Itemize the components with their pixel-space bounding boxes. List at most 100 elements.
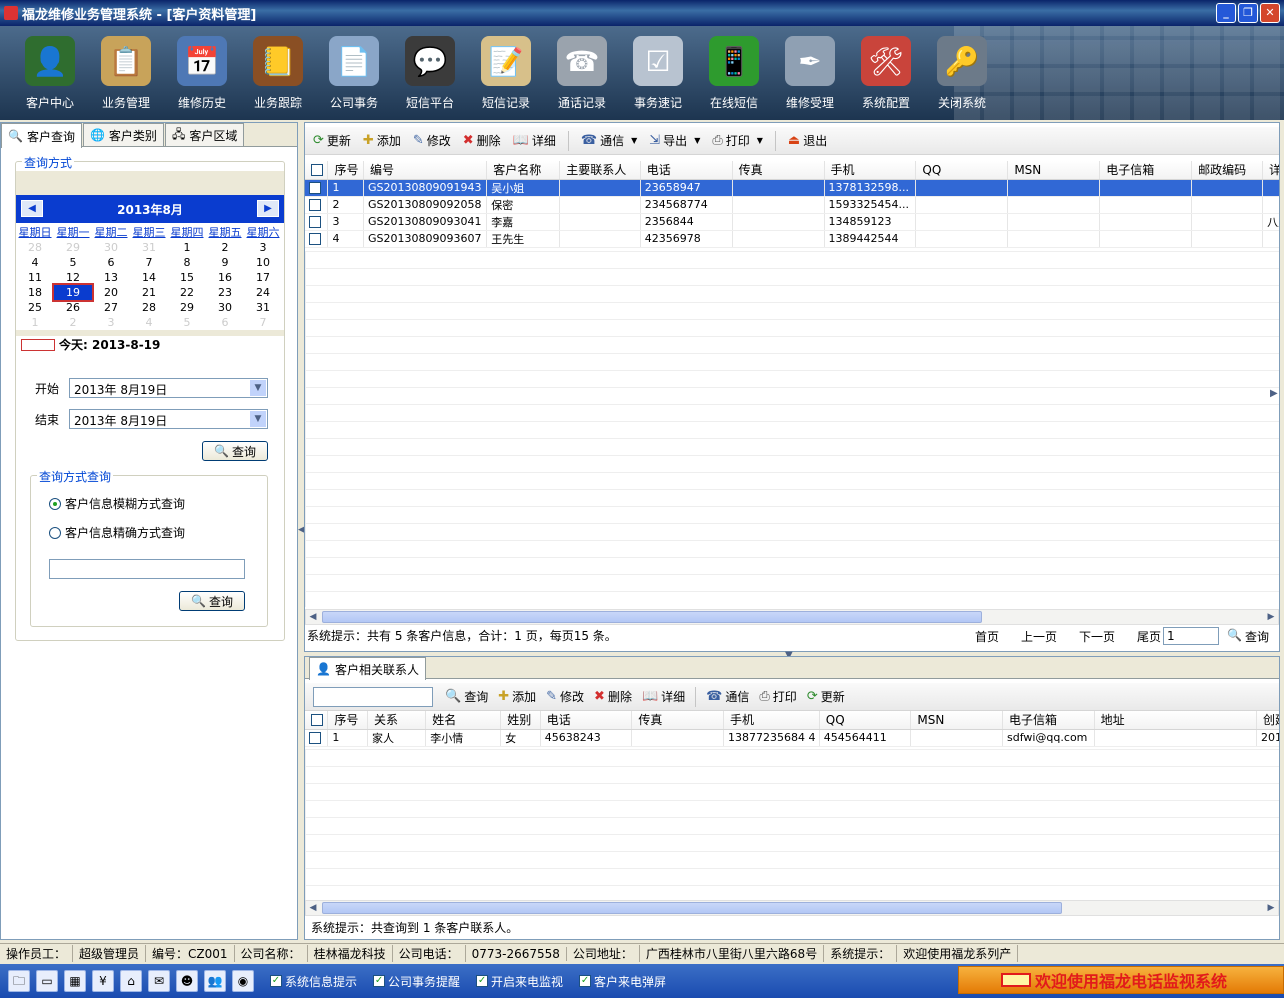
calendar-day[interactable]: 31: [130, 240, 168, 255]
calendar-day[interactable]: 23: [206, 285, 244, 300]
calendar-day[interactable]: 22: [168, 285, 206, 300]
ribbon-button-5[interactable]: 📄 公司事务: [318, 36, 390, 116]
close-button[interactable]: ✕: [1260, 3, 1280, 23]
taskbar-checkbox-1[interactable]: ✓ 系统信息提示: [270, 973, 357, 990]
contacts-toolbar-button-2[interactable]: ✚ 添加: [498, 688, 536, 705]
column-header[interactable]: 邮政编码: [1191, 161, 1264, 180]
column-header[interactable]: 创建日: [1256, 711, 1279, 730]
calendar-day[interactable]: 6: [206, 315, 244, 330]
today-link[interactable]: 今天: 2013-8-19: [16, 336, 284, 353]
column-header[interactable]: 客户名称: [486, 161, 561, 180]
ribbon-button-8[interactable]: ☎ 通话记录: [546, 36, 618, 116]
column-header[interactable]: 主要联系人: [559, 161, 641, 180]
calendar-day[interactable]: 11: [16, 270, 54, 285]
toolbar-button-5[interactable]: 📖 详细: [513, 132, 556, 149]
column-header[interactable]: 详细: [1262, 161, 1279, 180]
calendar-day[interactable]: 25: [16, 300, 54, 315]
page-query-button[interactable]: 🔍 查询: [1227, 628, 1269, 645]
tab-customer-region[interactable]: 🖧 客户区域: [164, 123, 245, 146]
toolbar-button-7[interactable]: ⇲ 导出 ▼: [649, 132, 700, 149]
taskbar-checkbox-2[interactable]: ✓ 公司事务提醒: [373, 973, 460, 990]
calendar-day[interactable]: 24: [244, 285, 282, 300]
column-header[interactable]: MSN: [1007, 161, 1101, 180]
tab-customer-query[interactable]: 🔍 客户查询: [1, 123, 82, 148]
row-checkbox[interactable]: [305, 230, 329, 248]
ribbon-button-13[interactable]: 🔑 关闭系统: [926, 36, 998, 116]
table-row[interactable]: 1 家人 李小情女 45638243 13877235684 4 454564411 sdf…: [305, 729, 1279, 747]
column-header[interactable]: 手机: [723, 711, 820, 730]
calendar-day[interactable]: 29: [54, 240, 92, 255]
column-header[interactable]: 电子信箱: [1002, 711, 1095, 730]
minimize-button[interactable]: _: [1216, 3, 1236, 23]
calendar-day[interactable]: 16: [206, 270, 244, 285]
calendar-day[interactable]: 2: [54, 315, 92, 330]
calendar-day[interactable]: 26: [54, 300, 92, 315]
contacts-toolbar-button-1[interactable]: 🔍 查询: [445, 688, 488, 705]
contacts-toolbar-button-8[interactable]: ⟳ 更新: [807, 688, 845, 705]
calendar-day[interactable]: 7: [244, 315, 282, 330]
calendar-day[interactable]: 17: [244, 270, 282, 285]
calculator-icon[interactable]: ▦: [64, 970, 86, 992]
calendar-day[interactable]: 20: [92, 285, 130, 300]
ribbon-button-9[interactable]: ☑ 事务速记: [622, 36, 694, 116]
calendar-day[interactable]: 14: [130, 270, 168, 285]
end-date-picker[interactable]: 2013年 8月19日 ▼: [69, 409, 268, 429]
calendar-day[interactable]: 3: [244, 240, 282, 255]
toolbar-button-3[interactable]: ✎ 修改: [413, 132, 451, 149]
calendar-day[interactable]: 28: [130, 300, 168, 315]
next-month-button[interactable]: ▶: [257, 200, 279, 217]
row-checkbox[interactable]: [305, 729, 329, 747]
contacts-toolbar-button-6[interactable]: ☎ 通信: [706, 688, 749, 705]
column-header[interactable]: 电子信箱: [1099, 161, 1193, 180]
calendar-day[interactable]: 1: [168, 240, 206, 255]
calendar-day[interactable]: 6: [92, 255, 130, 270]
column-header[interactable]: 序号: [327, 711, 368, 730]
ribbon-button-6[interactable]: 💬 短信平台: [394, 36, 466, 116]
calendar-day[interactable]: 5: [54, 255, 92, 270]
maximize-button[interactable]: ❐: [1238, 3, 1258, 23]
keyword-input[interactable]: [49, 559, 245, 579]
column-header[interactable]: 传真: [631, 711, 724, 730]
start-date-picker[interactable]: 2013年 8月19日 ▼: [69, 378, 268, 398]
chevron-down-icon[interactable]: ▼: [250, 380, 266, 396]
contacts-hscrollbar[interactable]: ◀ ▶: [305, 900, 1279, 916]
tab-related-contacts[interactable]: 👤 客户相关联系人: [309, 657, 426, 680]
contacts-toolbar-button-4[interactable]: ✖ 删除: [594, 688, 632, 705]
contacts-toolbar-button-7[interactable]: ⎙ 打印: [759, 688, 796, 705]
main-hscrollbar[interactable]: ◀ ▶: [305, 609, 1279, 625]
chevron-down-icon[interactable]: ▼: [250, 411, 266, 427]
column-header[interactable]: 姓别: [500, 711, 541, 730]
column-header[interactable]: 电话: [540, 711, 633, 730]
calendar-day[interactable]: 8: [168, 255, 206, 270]
first-page-link[interactable]: 首页: [975, 628, 999, 645]
calendar-day[interactable]: 21: [130, 285, 168, 300]
table-row[interactable]: 3GS20130809093041李嘉 2356844 134859123 八里街: [305, 213, 1279, 231]
last-page-link[interactable]: 尾页: [1137, 628, 1161, 645]
calendar-day[interactable]: 4: [16, 255, 54, 270]
column-header[interactable]: 手机: [824, 161, 917, 180]
ribbon-button-4[interactable]: 📒 业务跟踪: [242, 36, 314, 116]
ribbon-button-11[interactable]: ✒ 维修受理: [774, 36, 846, 116]
folder-icon[interactable]: 🗀: [8, 970, 30, 992]
toolbar-button-2[interactable]: ✚ 添加: [363, 132, 401, 149]
row-checkbox[interactable]: [305, 196, 329, 214]
calendar-day[interactable]: 31: [244, 300, 282, 315]
select-all-checkbox[interactable]: [305, 161, 329, 180]
calendar-day[interactable]: 9: [206, 255, 244, 270]
column-header[interactable]: 编号: [363, 161, 488, 180]
calendar-day[interactable]: 28: [16, 240, 54, 255]
date-query-button[interactable]: 🔍 查询: [202, 441, 268, 461]
select-all-checkbox[interactable]: [305, 711, 329, 730]
dropdown-arrow-icon[interactable]: ▼: [694, 136, 700, 145]
calendar-day[interactable]: 3: [92, 315, 130, 330]
ribbon-button-3[interactable]: 📅 维修历史: [166, 36, 238, 116]
tab-customer-category[interactable]: 🌐 客户类别: [82, 123, 164, 146]
calendar-day[interactable]: 27: [92, 300, 130, 315]
calendar-day[interactable]: 7: [130, 255, 168, 270]
column-header[interactable]: 电话: [640, 161, 733, 180]
prev-page-link[interactable]: 上一页: [1021, 628, 1057, 645]
next-page-link[interactable]: 下一页: [1079, 628, 1115, 645]
calendar-day[interactable]: 30: [206, 300, 244, 315]
column-header[interactable]: 姓名: [425, 711, 502, 730]
calendar-day[interactable]: 5: [168, 315, 206, 330]
